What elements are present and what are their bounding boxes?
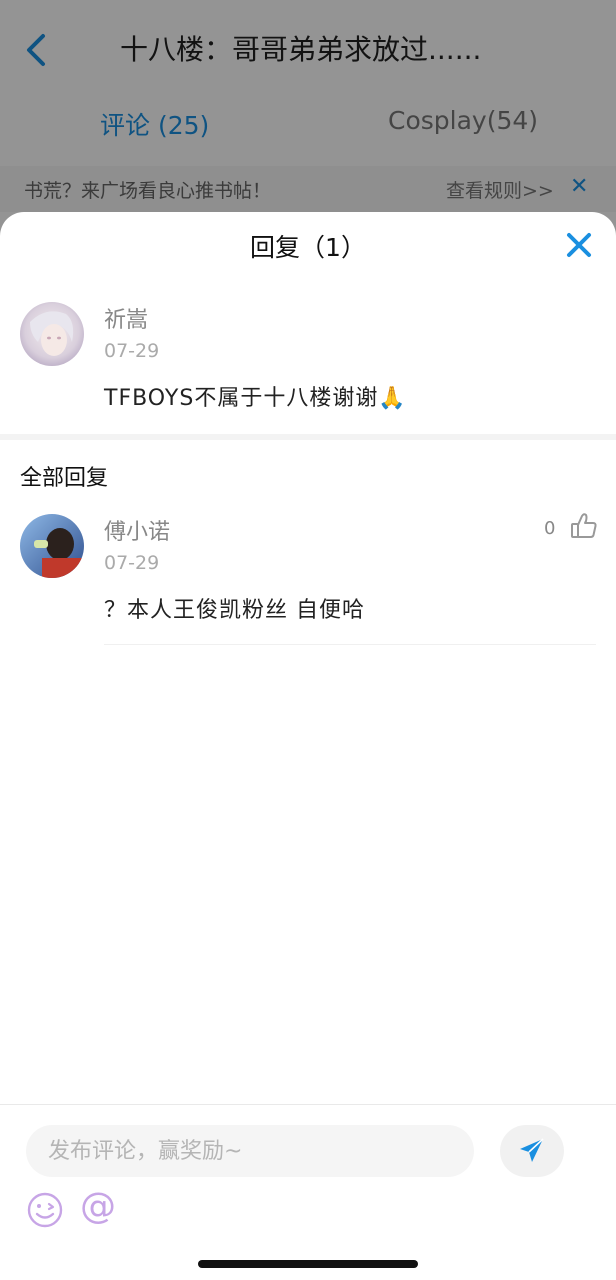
emoji-button[interactable] <box>26 1191 64 1229</box>
like-count: 0 <box>544 518 556 539</box>
comment-text: TFBOYS不属于十八楼谢谢🙏 <box>104 386 407 411</box>
close-icon <box>567 233 591 257</box>
row-divider <box>104 644 596 645</box>
comment-composer: @ <box>0 1104 616 1280</box>
reply-item: 傅小诺 07-29 ？本人王俊凯粉丝 自便哈 0 <box>0 502 616 646</box>
comment-input[interactable] <box>26 1125 474 1177</box>
avatar[interactable] <box>20 514 84 578</box>
send-icon <box>520 1138 544 1162</box>
close-button[interactable] <box>562 228 596 262</box>
username[interactable]: 傅小诺 <box>104 514 170 546</box>
all-replies-title: 全部回复 <box>20 466 109 491</box>
background-page: 十八楼：哥哥弟弟求放过...... 评论 (25) Cosplay(54) 书荒… <box>0 0 616 240</box>
avatar-image <box>20 514 84 578</box>
section-divider <box>0 434 616 440</box>
comment-date: 07-29 <box>104 340 160 362</box>
like-button[interactable] <box>570 512 598 540</box>
send-button[interactable] <box>500 1125 564 1177</box>
thumbs-up-icon <box>571 513 597 538</box>
reply-date: 07-29 <box>104 552 160 574</box>
reply-text: ？本人王俊凯粉丝 自便哈 <box>104 598 365 623</box>
sheet-header: 回复（1） <box>0 212 616 278</box>
home-indicator <box>198 1260 418 1268</box>
sheet-title: 回复（1） <box>250 233 366 262</box>
emoji-icon <box>27 1192 63 1228</box>
avatar[interactable] <box>20 302 84 366</box>
dim-overlay[interactable] <box>0 0 616 240</box>
mention-button[interactable]: @ <box>80 1185 116 1229</box>
original-comment: 祈嵩 07-29 TFBOYS不属于十八楼谢谢🙏 <box>0 278 616 436</box>
avatar-image <box>20 302 84 366</box>
username[interactable]: 祈嵩 <box>104 302 148 334</box>
